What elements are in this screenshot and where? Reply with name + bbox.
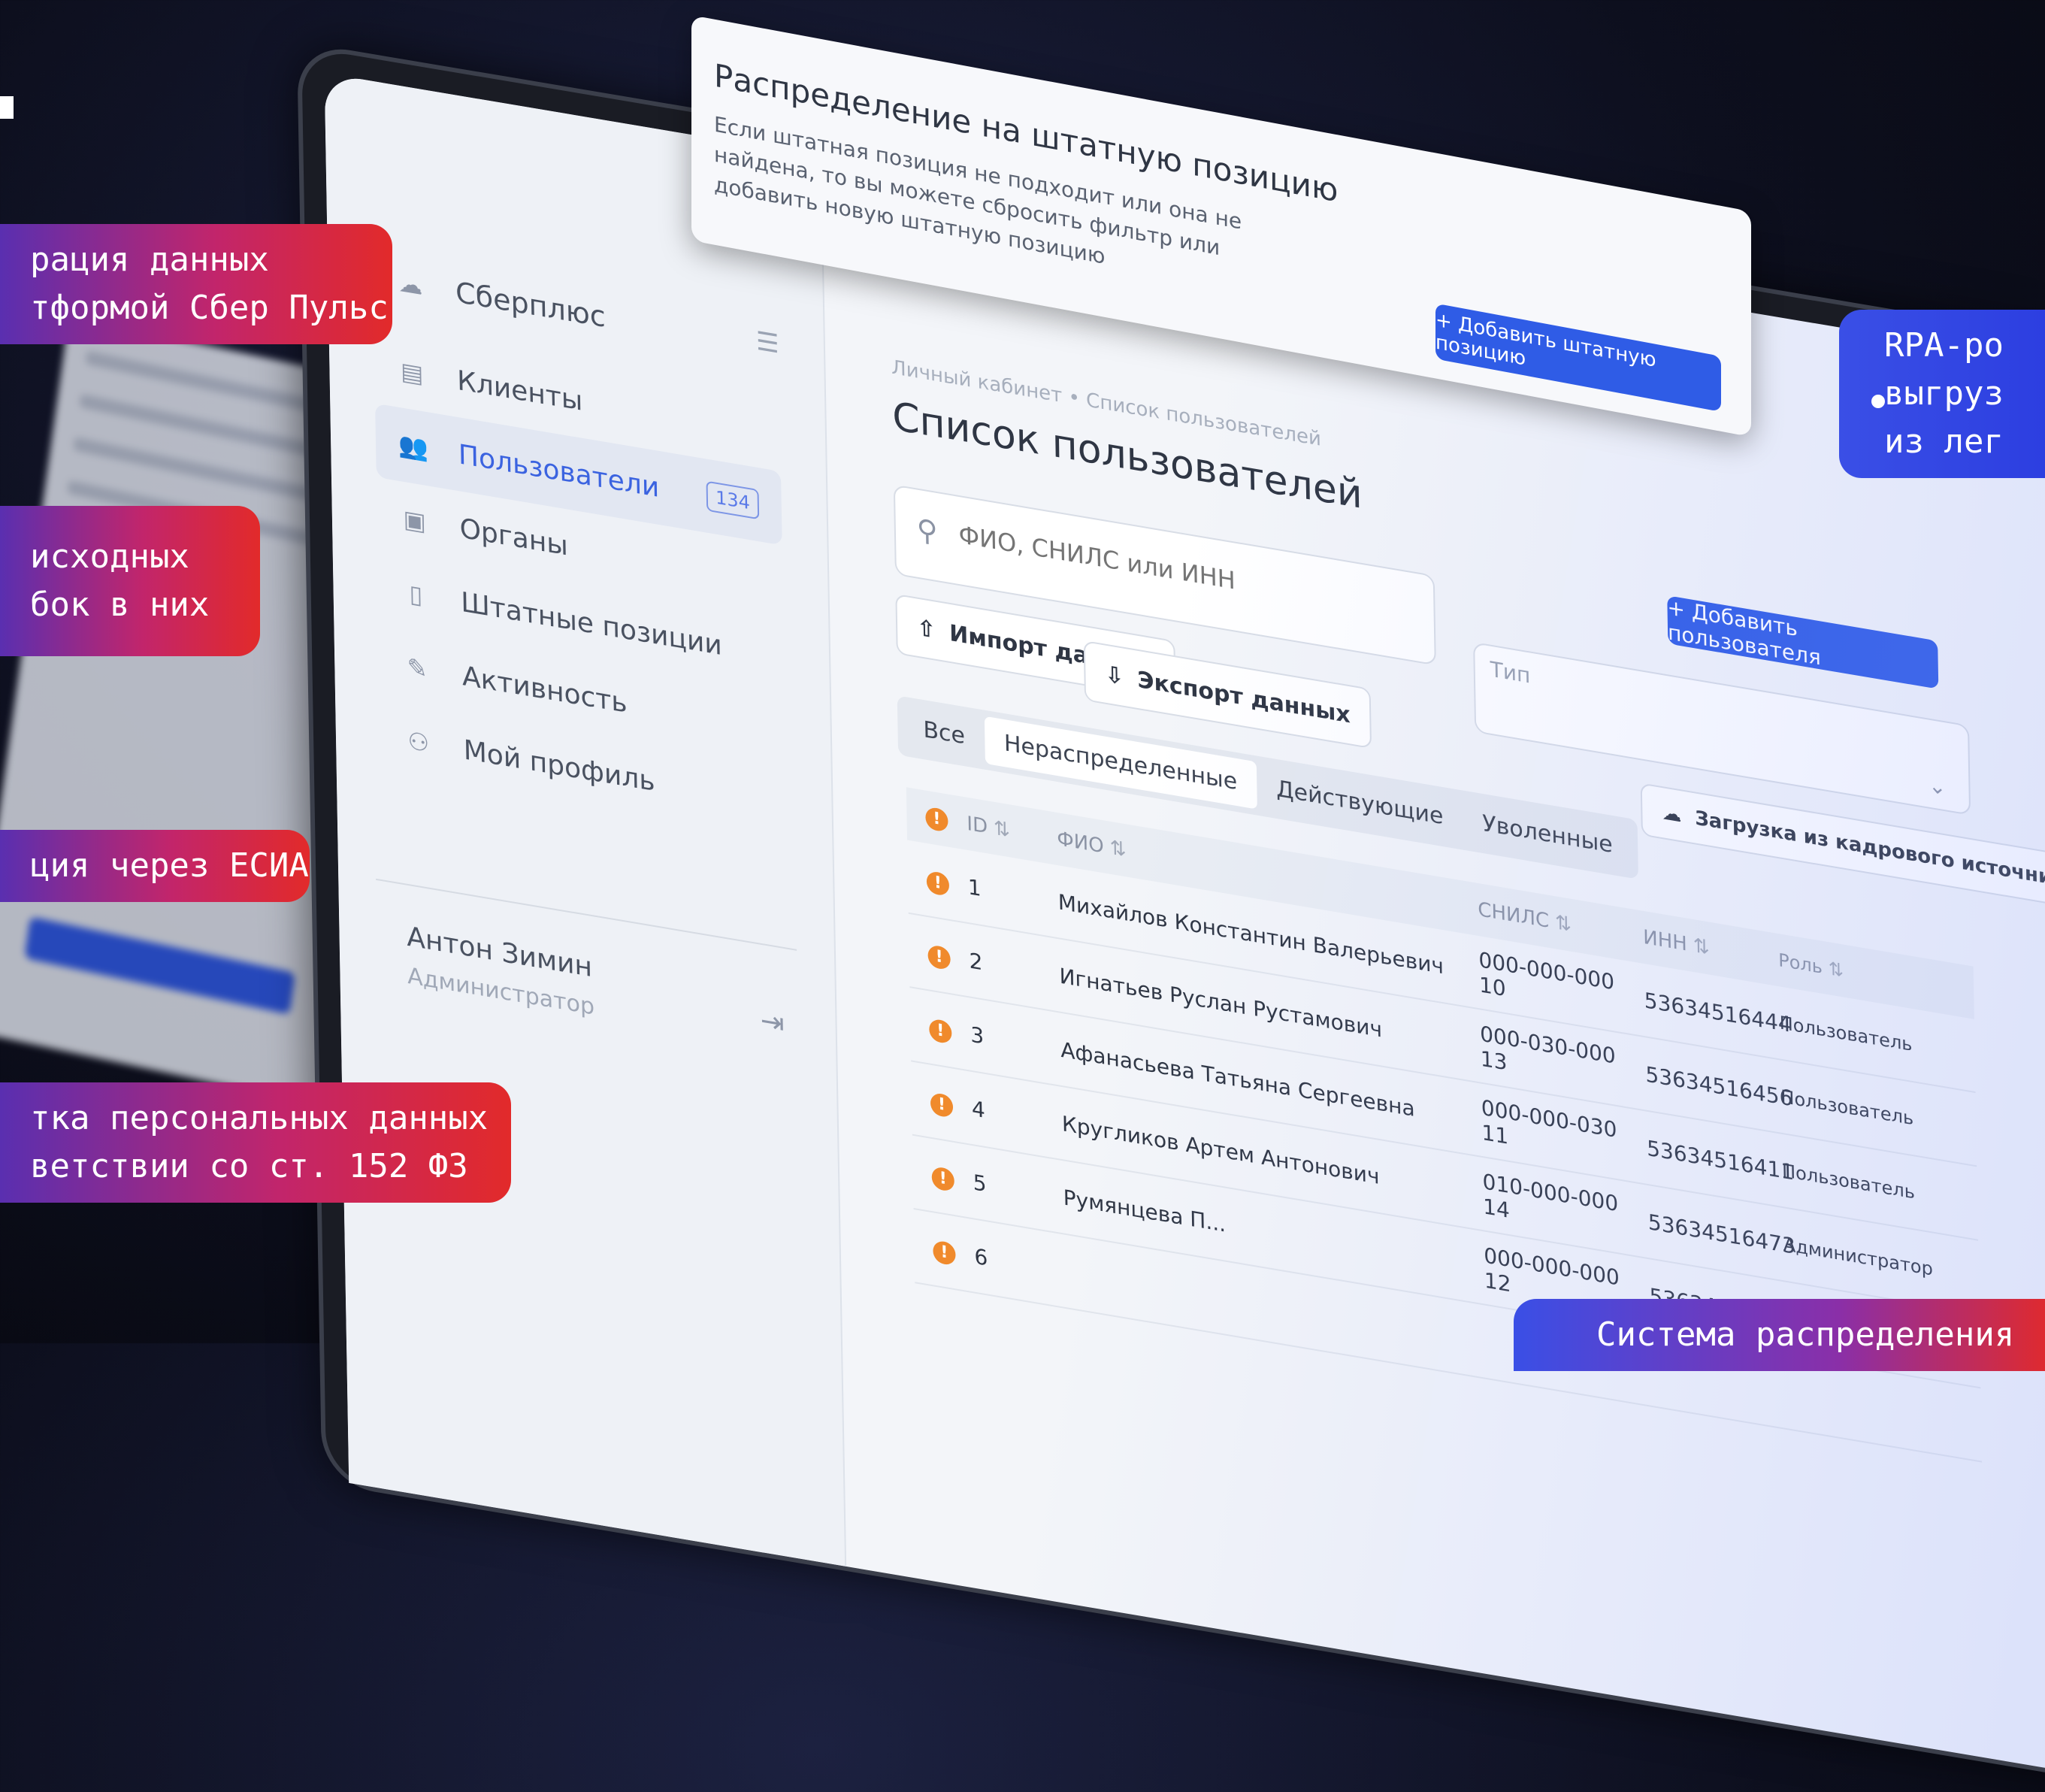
menu-icon[interactable]: ☰ <box>756 326 779 360</box>
add-user-button[interactable]: + Добавить пользователя <box>1667 595 1939 689</box>
upload-icon: ⇧ <box>916 614 936 644</box>
scene: ☁ Сберплюс ☰ ▤ Клиенты 👥 Пользователи 13… <box>0 0 2045 1792</box>
sort-icon[interactable]: ⇅ <box>1555 911 1572 937</box>
logout-icon[interactable]: ⇥ <box>760 1003 785 1040</box>
organs-icon: ▣ <box>403 504 427 537</box>
warning-icon: ! <box>933 1239 956 1266</box>
warning-icon: ! <box>925 806 948 833</box>
type-label: Тип <box>1490 656 1531 689</box>
warning-icon: ! <box>927 943 951 970</box>
sidebar-item-label: Клиенты <box>456 365 583 417</box>
feature-personal-data: тка персональных данных ветствии со ст. … <box>0 1082 511 1203</box>
search-icon: ⚲ <box>916 512 938 549</box>
tab-active[interactable]: Действующие <box>1257 761 1463 843</box>
users-count-badge: 134 <box>706 480 760 520</box>
warning-icon: ! <box>929 1017 952 1045</box>
profile-icon: ⚇ <box>407 725 430 758</box>
column-inn[interactable]: ИНН ⇅ <box>1643 926 1778 971</box>
sidebar-item-label: Мой профиль <box>463 734 655 798</box>
brand-name: Сберплюс <box>455 275 607 334</box>
sidebar-item-label: Активность <box>461 660 628 719</box>
users-icon: 👥 <box>398 429 429 464</box>
sidebar-item-label: Пользователи <box>458 438 660 504</box>
warning-icon: ! <box>926 870 950 897</box>
hr-load-label: Загрузка из кадрового источника <box>1695 807 2045 894</box>
sort-icon[interactable]: ⇅ <box>994 817 1010 843</box>
brand[interactable]: ☁ Сберплюс <box>395 265 606 334</box>
warning-icon: ! <box>931 1165 955 1192</box>
export-label: Экспорт данных <box>1137 666 1351 728</box>
corner-mark <box>0 96 14 119</box>
document-icon: ▯ <box>409 579 423 610</box>
cloud-upload-icon: ☁ <box>1662 801 1682 828</box>
sort-icon[interactable]: ⇅ <box>1829 958 1844 981</box>
clients-icon: ▤ <box>400 356 424 389</box>
tab-dismissed[interactable]: Уволенные <box>1463 796 1632 872</box>
bullet-icon <box>1871 395 1885 408</box>
hr-load-button[interactable]: ☁ Загрузка из кадрового источника <box>1640 782 2045 913</box>
column-id[interactable]: ID ⇅ <box>967 813 1057 850</box>
export-button[interactable]: ⇩ Экспорт данных <box>1083 640 1372 749</box>
search-input[interactable] <box>957 519 1336 613</box>
feature-esia: ция через ЕСИА <box>0 830 310 902</box>
sort-icon[interactable]: ⇅ <box>1109 837 1126 862</box>
feature-validation: исходных бок в них <box>0 506 260 656</box>
cloud-icon: ☁ <box>398 268 423 301</box>
feature-distribution: Система распределения <box>1514 1299 2045 1371</box>
sidebar-item-label: Органы <box>459 512 569 562</box>
sidebar: ☁ Сберплюс ☰ ▤ Клиенты 👥 Пользователи 13… <box>324 73 847 1567</box>
feature-rpa: RPA-ро выгруз из лег <box>1839 310 2045 478</box>
download-icon: ⇩ <box>1105 661 1124 691</box>
sidebar-nav: ▤ Клиенты 👥 Пользователи 134 ▣ Органы ▯ <box>374 329 787 840</box>
feature-integration: рация данных тформой Сбер Пульс <box>0 224 392 344</box>
tab-all[interactable]: Все <box>903 703 985 764</box>
warning-icon: ! <box>930 1091 954 1118</box>
activity-icon: ✎ <box>407 652 428 685</box>
tab-unassigned[interactable]: Нераспределенные <box>984 716 1257 810</box>
sort-icon[interactable]: ⇅ <box>1693 934 1710 960</box>
chevron-down-icon: ⌄ <box>1928 772 1947 801</box>
